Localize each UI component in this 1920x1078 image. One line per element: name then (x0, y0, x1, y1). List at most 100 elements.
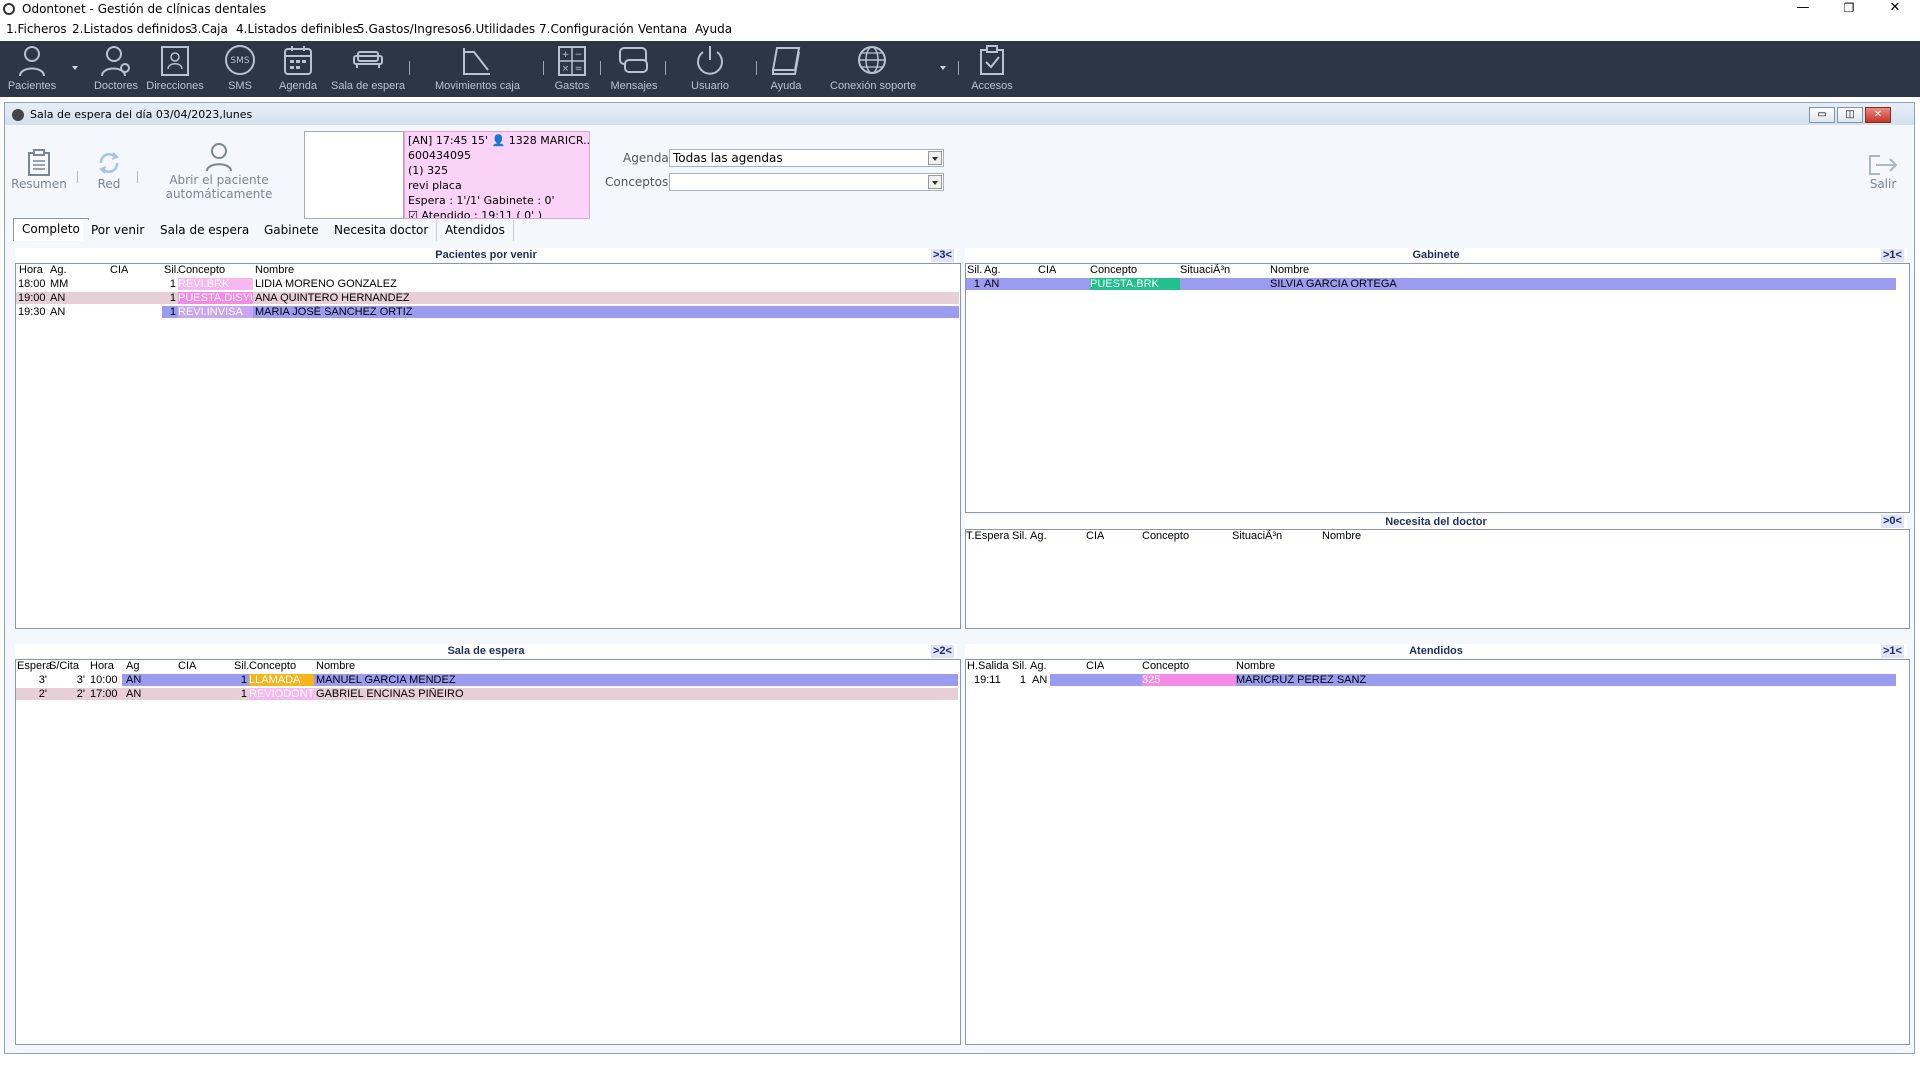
tab-completo[interactable]: Completo (13, 218, 89, 241)
salir-button[interactable]: Salir (1861, 153, 1905, 191)
menu-configuracion[interactable]: 7.Configuración (539, 22, 634, 36)
gabinete-count: >1< (1881, 249, 1904, 262)
tab-atendidos[interactable]: Atendidos (437, 220, 514, 241)
person-icon (206, 143, 232, 172)
minimize-button[interactable]: — (1780, 0, 1826, 18)
conexion-dropdown-arrow[interactable] (940, 66, 946, 70)
window-title: Odontonet - Gestión de clínicas dentales (22, 2, 267, 16)
toolbar-agenda[interactable]: Agenda (278, 41, 318, 97)
chevron-down-icon[interactable] (928, 175, 942, 189)
toolbar-separator (600, 61, 601, 75)
child-minimize-button[interactable]: ▭ (1809, 107, 1835, 123)
atendidos-panel: H.Salida Sil. Ag. CIA Concepto Nombre 19… (965, 659, 1910, 1045)
globe-icon (858, 46, 886, 74)
gabinete-panel: Sil. Ag. CIA Concepto SituaciÃ³n Nombre … (965, 263, 1910, 513)
svg-text:SMS: SMS (230, 56, 249, 66)
sala-title: Sala de espera (15, 644, 957, 658)
atendidos-title: Atendidos (965, 644, 1907, 658)
por-venir-header: Hora Ag. CIA Sil. Concepto Nombre (19, 264, 295, 276)
toolbar-separator (756, 61, 757, 75)
table-row[interactable]: 19:00 AN 1 PUESTA.DISYU ANA QUINTERO HER… (16, 292, 959, 304)
svg-text:−: − (575, 50, 583, 60)
resumen-button[interactable]: Resumen (11, 149, 67, 191)
abrir-paciente-automaticamente-toggle[interactable]: Abrir el paciente automáticamente (159, 141, 279, 201)
necesita-title: Necesita del doctor (965, 515, 1907, 529)
toolbar-sala-espera[interactable]: Sala de espera (331, 41, 405, 97)
atendidos-count: >1< (1881, 645, 1904, 658)
toolbar-movimientos-caja[interactable]: Movimientos caja (435, 41, 520, 97)
app-icon (3, 3, 15, 15)
calculator-icon: + −× = (558, 46, 586, 76)
person-icon (19, 46, 45, 77)
gabinete-title: Gabinete (965, 248, 1907, 262)
table-row[interactable]: 1 AN PUESTA.BRK SILVIA GARCIA ORTEGA (966, 278, 1896, 290)
table-row[interactable]: 18:00 MM 1 REVI.BRK LIDIA MORENO GONZALE… (16, 278, 959, 290)
por-venir-count: >3< (931, 249, 954, 262)
necesita-panel: T.Espera Sil. Ag. CIA Concepto SituaciÃ³… (965, 529, 1910, 629)
por-venir-title: Pacientes por venir (15, 248, 957, 262)
table-row[interactable]: 19:11 1 AN 325 MARICRUZ PEREZ SANZ (966, 674, 1896, 686)
refresh-icon (99, 152, 119, 174)
conceptos-select[interactable] (669, 173, 944, 191)
gabinete-header: Sil. Ag. CIA Concepto SituaciÃ³n Nombre (967, 264, 1310, 276)
toolbar-conexion-soporte[interactable]: Conexión soporte (830, 41, 916, 97)
menu-listados-definidos[interactable]: 2.Listados definidos (72, 22, 192, 36)
table-row[interactable]: 2' 2' 17:00 AN 1 REVIODONT GABRIEL ENCIN… (16, 688, 958, 700)
child-window-title-bar: Sala de espera del día 03/04/2023,lunes … (5, 103, 1914, 125)
menu-utilidades[interactable]: 6.Utilidades (464, 22, 535, 36)
toolbar-gastos[interactable]: + − × = Gastos (552, 41, 592, 97)
sofa-icon (353, 51, 383, 68)
child-restore-button[interactable]: ◫ (1837, 107, 1863, 123)
toolbar-separator (137, 171, 138, 183)
toolbar-pacientes[interactable]: Pacientes (8, 41, 56, 97)
child-close-button[interactable]: ✕ (1865, 107, 1891, 123)
chevron-down-icon[interactable] (928, 151, 942, 165)
pacientes-dropdown-arrow[interactable] (72, 66, 78, 70)
main-toolbar: Pacientes Doctores Direcciones SMS SMS A… (0, 41, 1920, 97)
close-button[interactable]: ✕ (1872, 0, 1918, 18)
sms-icon: SMS (225, 45, 255, 75)
menu-gastos-ingresos[interactable]: 5.Gastos/Ingresos (357, 22, 464, 36)
svg-text:×: × (562, 64, 570, 74)
child-window-title: Sala de espera del día 03/04/2023,lunes (30, 108, 253, 121)
agenda-select[interactable]: Todas las agendas (669, 149, 944, 167)
patient-card[interactable]: [AN] 17:45 15' 👤 1328 MARICR... 60043409… (404, 131, 590, 219)
toolbar-ayuda[interactable]: Ayuda (766, 41, 806, 97)
por-venir-panel: Hora Ag. CIA Sil. Concepto Nombre 18:00 … (15, 263, 961, 629)
menu-ficheros[interactable]: 1.Ficheros (6, 22, 67, 36)
book-icon (771, 47, 801, 75)
clipboard-check-icon (980, 45, 1004, 75)
restore-button[interactable]: ❐ (1826, 0, 1872, 18)
tab-necesita-doctor[interactable]: Necesita doctor (326, 220, 438, 241)
window-title-bar: Odontonet - Gestión de clínicas dentales… (0, 0, 1920, 18)
toolbar-separator (665, 61, 666, 75)
toolbar-mensajes[interactable]: Mensajes (610, 41, 658, 97)
message-icon (619, 47, 648, 73)
menu-listados-definibles[interactable]: 4.Listados definibles (236, 22, 359, 36)
table-row[interactable]: 3' 3' 10:00 AN 1 LLAMADA MANUEL GARCIA M… (16, 674, 958, 686)
menu-ventana[interactable]: Ventana (638, 22, 687, 36)
menu-bar: 1.Ficheros 2.Listados definidos 3.Caja 4… (0, 20, 1920, 40)
conceptos-label: Conceptos (605, 175, 669, 189)
menu-caja[interactable]: 3.Caja (190, 22, 228, 36)
toolbar-usuario[interactable]: Usuario (690, 41, 730, 97)
tab-gabinete[interactable]: Gabinete (256, 220, 328, 241)
tab-por-venir[interactable]: Por venir (83, 220, 154, 241)
svg-text:+: + (562, 50, 570, 60)
exit-icon (1869, 155, 1898, 175)
toolbar-separator (958, 61, 959, 75)
table-row[interactable]: 19:30 AN 1 REVI.INVISA MARIA JOSÉ SANCHE… (16, 306, 959, 318)
svg-text:=: = (575, 64, 583, 74)
sala-espera-window: Sala de espera del día 03/04/2023,lunes … (4, 102, 1915, 1054)
agenda-label: Agenda (623, 151, 669, 165)
red-button[interactable]: Red (89, 149, 129, 191)
toolbar-accesos[interactable]: Accesos (971, 41, 1013, 97)
toolbar-direcciones[interactable]: Direcciones (146, 41, 204, 97)
necesita-count: >0< (1881, 515, 1904, 528)
tab-sala-espera[interactable]: Sala de espera (152, 220, 259, 241)
power-icon (697, 46, 723, 75)
calendar-icon (284, 46, 312, 75)
clipboard-icon (28, 149, 50, 176)
toolbar-sms[interactable]: SMS SMS (220, 41, 260, 97)
menu-ayuda[interactable]: Ayuda (695, 22, 732, 36)
